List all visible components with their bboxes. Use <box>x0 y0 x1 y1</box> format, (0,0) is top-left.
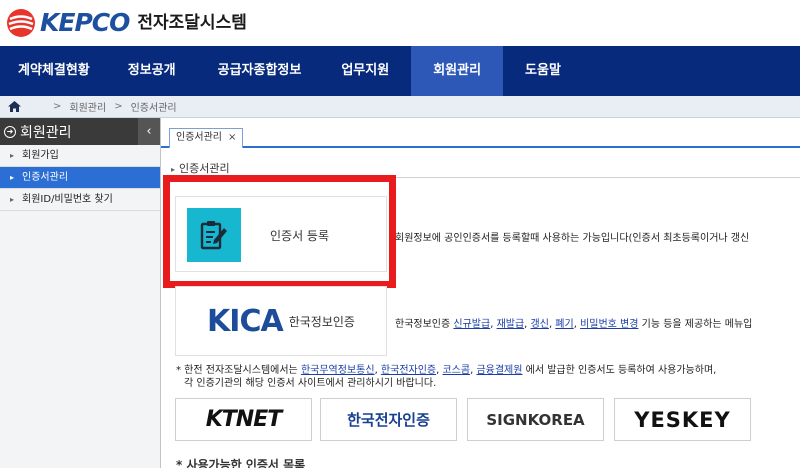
clipboard-edit-icon <box>187 208 241 262</box>
yeskey-logo[interactable]: YESKEY <box>614 398 751 441</box>
available-certificates-title: * 사용가능한 인증서 목록 <box>176 458 306 468</box>
ktnet-logo[interactable]: KTNET <box>175 398 312 441</box>
signkorea-logo[interactable]: SIGNKOREA <box>467 398 604 441</box>
tab-certificate[interactable]: 인증서관리 × <box>169 128 244 148</box>
gnb-contract-status[interactable]: 계약체결현황 <box>0 46 104 96</box>
sidebar-header: ➜ 회원관리 ‹ <box>0 118 160 145</box>
ca-note-line1: * 한전 전자조달시스템에서는 한국무역정보통신, 한국전자인증, 코스콤, 금… <box>176 365 717 376</box>
sidebar-title: 회원관리 <box>20 124 72 141</box>
sidebar-item-find-id[interactable]: ▸ 회원ID/비밀번호 찾기 <box>0 189 160 211</box>
note-suffix: 에서 발급한 인증서도 등록하여 사용가능하며, <box>525 365 717 376</box>
sidebar: ➜ 회원관리 ‹ ▸ 회원가입 ▸ 인증서관리 ▸ 회원ID/비밀번호 찾기 <box>0 118 161 468</box>
kepco-logo[interactable]: KEPCO 전자조달시스템 <box>6 8 247 38</box>
triangle-right-icon: ▸ <box>171 165 176 174</box>
gnb-supplier-info[interactable]: 공급자종합정보 <box>196 46 322 96</box>
main-navigation: 계약체결현황 정보공개 공급자종합정보 업무지원 회원관리 도움말 <box>0 46 800 96</box>
top-header: KEPCO 전자조달시스템 <box>0 0 800 46</box>
kica-description: 한국정보인증 신규발급, 재발급, 갱신, 폐기, 비밀번호 변경 기능 등을 … <box>395 319 753 330</box>
kica-logo-subtitle: 한국정보인증 <box>288 314 355 329</box>
gnb-info-disclosure[interactable]: 정보공개 <box>104 46 196 96</box>
sidebar-item-label: 회원ID/비밀번호 찾기 <box>22 194 113 205</box>
home-icon[interactable] <box>8 101 21 112</box>
ca-note-line2: 각 인증기관의 해당 인증서 사이트에서 관리하시기 바랍니다. <box>184 378 437 389</box>
link-yessign[interactable]: 금융결제원 <box>476 365 522 376</box>
link-crosscert[interactable]: 한국전자인증 <box>381 365 436 376</box>
triangle-right-icon: ▸ <box>10 195 15 204</box>
close-icon[interactable]: × <box>228 132 236 143</box>
note-prefix: * 한전 전자조달시스템에서는 <box>176 365 298 376</box>
page-title-text: 인증서관리 <box>179 162 230 175</box>
sidebar-collapse-button[interactable]: ‹ <box>138 118 160 145</box>
kica-desc-suffix: 기능 등을 제공하는 메뉴입 <box>641 319 753 330</box>
kica-link-reissue[interactable]: 재발급 <box>497 319 525 330</box>
ca-note: * 한전 전자조달시스템에서는 한국무역정보통신, 한국전자인증, 코스콤, 금… <box>176 364 798 390</box>
kica-button[interactable]: KICA 한국정보인증 <box>175 286 387 356</box>
kica-link-revoke[interactable]: 폐기 <box>555 319 573 330</box>
sidebar-item-label: 회원가입 <box>22 150 59 161</box>
gnb-member-management[interactable]: 회원관리 <box>411 46 504 96</box>
crosscert-logo[interactable]: 한국전자인증 <box>320 398 457 441</box>
link-koscom[interactable]: 코스콤 <box>442 365 470 376</box>
breadcrumb: > 회원관리 > 인증서관리 <box>0 96 800 118</box>
logo-wordmark: KEPCO <box>40 8 130 37</box>
kica-link-new[interactable]: 신규발급 <box>453 319 490 330</box>
kica-logo: KICA <box>207 303 284 339</box>
register-description: 회원정보에 공인인증서를 등록할때 사용하는 가능입니다(인증서 최초등록이거나… <box>395 233 750 244</box>
tab-bar: 인증서관리 × <box>161 118 800 148</box>
page-title: ▸ 인증서관리 <box>171 160 230 176</box>
sidebar-item-certificate[interactable]: ▸ 인증서관리 <box>0 167 160 189</box>
breadcrumb-item-certificate[interactable]: 인증서관리 <box>131 99 177 114</box>
kica-link-renew[interactable]: 갱신 <box>531 319 549 330</box>
breadcrumb-separator: > <box>114 101 123 112</box>
register-certificate-button[interactable]: 인증서 등록 <box>175 196 387 272</box>
breadcrumb-item-member[interactable]: 회원관리 <box>69 99 106 114</box>
kica-link-password[interactable]: 비밀번호 변경 <box>580 319 638 330</box>
breadcrumb-separator: > <box>53 101 62 112</box>
triangle-right-icon: ▸ <box>10 151 15 160</box>
link-ktnet[interactable]: 한국무역정보통신 <box>301 365 375 376</box>
tab-label: 인증서관리 <box>176 132 222 143</box>
sidebar-item-label: 인증서관리 <box>22 172 69 183</box>
register-certificate-label: 인증서 등록 <box>270 229 330 243</box>
kica-desc-prefix: 한국정보인증 <box>395 319 451 330</box>
gnb-help[interactable]: 도움말 <box>503 46 581 96</box>
divider <box>171 177 800 178</box>
sidebar-item-signup[interactable]: ▸ 회원가입 <box>0 145 160 167</box>
arrow-circle-icon: ➜ <box>4 125 16 138</box>
gnb-business-support[interactable]: 업무지원 <box>321 46 411 96</box>
system-name: 전자조달시스템 <box>137 13 247 33</box>
kepco-emblem-icon <box>7 9 35 37</box>
triangle-right-icon: ▸ <box>10 173 15 182</box>
